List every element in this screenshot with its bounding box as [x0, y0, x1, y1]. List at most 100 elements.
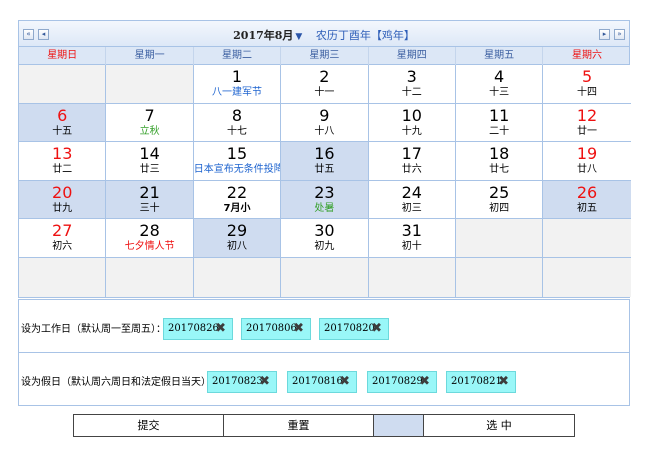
weekday-saturday: 星期六 [572, 50, 603, 61]
day-number: 9 [319, 105, 330, 125]
day-number: 23 [314, 182, 335, 202]
day-number: 22 [226, 182, 248, 202]
day-cell[interactable]: 19 廿八 [543, 142, 631, 181]
day-cell[interactable]: 31 初十 [368, 219, 456, 258]
day-number: 13 [52, 144, 73, 164]
day-cell[interactable]: 3 十二 [368, 65, 456, 104]
holiday-tag[interactable]: 20170816 ✖ [287, 371, 357, 393]
holiday-settings-row: 设为假日（默认周六周日和法定假日当天）： 20170823 ✖ 20170816… [19, 353, 629, 406]
day-cell[interactable]: 4 十三 [455, 65, 544, 104]
day-cell[interactable]: 10 十九 [368, 103, 456, 143]
day-cell[interactable]: 17 廿六 [368, 142, 456, 181]
day-cell[interactable]: 22 7月小 [193, 180, 282, 220]
lunar-date: 初五 [577, 202, 598, 214]
lunar-date: 三十 [139, 202, 160, 214]
day-number: 25 [488, 182, 510, 202]
day-number: 5 [581, 67, 593, 86]
workday-tag[interactable]: 20170806 ✖ [241, 318, 311, 340]
lunar-date: 十九 [401, 125, 422, 137]
chevron-down-icon[interactable]: ▼ [295, 32, 302, 42]
holiday-tag[interactable]: 20170829 ✖ [367, 371, 437, 393]
day-number: 14 [139, 144, 160, 164]
close-icon[interactable]: ✖ [339, 372, 350, 392]
workday-label: 设为工作日（默认周一至周五）： [21, 324, 166, 335]
day-cell[interactable]: 29 初八 [193, 219, 282, 258]
lunar-date: 廿二 [52, 164, 73, 176]
day-number: 17 [401, 144, 422, 164]
workday-tag[interactable]: 20170826 ✖ [163, 318, 233, 340]
day-cell[interactable]: 28 七夕情人节 [106, 219, 194, 258]
close-icon[interactable]: ✖ [259, 372, 270, 392]
day-number: 29 [226, 221, 248, 241]
lunar-date: 立秋 [139, 125, 160, 137]
close-icon[interactable]: ✖ [419, 372, 430, 392]
workday-settings-row: 设为工作日（默认周一至周五）： 20170826 ✖ 20170806 ✖ 20… [19, 300, 629, 353]
empty-day-cell [106, 257, 194, 297]
empty-day-cell [543, 219, 631, 258]
close-icon[interactable]: ✖ [293, 319, 304, 339]
tag-date: 20170826 [168, 323, 219, 334]
day-cell[interactable]: 20 廿九 [19, 180, 107, 220]
empty-day-cell [106, 65, 194, 104]
weekday-monday: 星期一 [106, 47, 194, 65]
day-cell[interactable]: 21 三十 [106, 180, 194, 220]
tag-date: 20170829 [372, 376, 423, 387]
empty-day-cell [281, 257, 369, 297]
day-grid: 1 八一建军节 2 十一 3 十二 4 十三 5 十四 6 十五 7 立秋 8 十七 9 十八 10 十九 11 二十 12… [19, 65, 631, 297]
reset-button[interactable]: 重置 [224, 415, 374, 436]
empty-day-cell [543, 257, 631, 297]
day-cell[interactable]: 27 初六 [19, 219, 107, 258]
holiday-label: 设为假日（默认周六周日和法定假日当天）： [21, 377, 216, 388]
tag-date: 20170821 [451, 376, 502, 387]
day-cell[interactable]: 16 廿五 [281, 142, 369, 181]
day-cell[interactable]: 5 十四 [543, 65, 631, 104]
day-cell[interactable]: 1 八一建军节 [193, 65, 282, 104]
day-cell[interactable]: 7 立秋 [106, 103, 194, 143]
select-button[interactable]: 选 中 [424, 415, 574, 436]
close-icon[interactable]: ✖ [498, 372, 509, 392]
lunar-year-label: 农历丁酉年【鸡年】 [315, 29, 415, 42]
weekday-thursday: 星期四 [369, 47, 456, 65]
weekday-friday: 星期五 [456, 47, 544, 65]
day-number: 27 [52, 221, 73, 241]
month-select[interactable]: 2017年8月 [233, 29, 293, 42]
close-icon[interactable]: ✖ [371, 319, 382, 339]
lunar-date: 廿七 [489, 164, 510, 176]
lunar-date: 廿八 [577, 164, 598, 176]
day-cell[interactable]: 13 廿二 [19, 142, 107, 181]
empty-day-cell [455, 219, 544, 258]
lunar-date: 十七 [226, 125, 247, 137]
blank-button[interactable] [374, 415, 424, 436]
special-days-panel: 设为工作日（默认周一至周五）： 20170826 ✖ 20170806 ✖ 20… [18, 299, 630, 406]
submit-button[interactable]: 提交 [74, 415, 224, 436]
day-number: 19 [576, 144, 598, 164]
weekday-wednesday: 星期三 [281, 47, 369, 65]
holiday-tag[interactable]: 20170823 ✖ [207, 371, 277, 393]
day-cell[interactable]: 24 初三 [368, 180, 456, 220]
day-cell[interactable]: 9 十八 [281, 103, 369, 143]
empty-day-cell [19, 257, 107, 297]
next-month-button[interactable]: ▸ [599, 29, 610, 40]
day-cell[interactable]: 14 廿三 [106, 142, 194, 181]
day-cell[interactable]: 12 廿一 [543, 103, 631, 143]
day-number: 30 [314, 221, 335, 241]
day-cell[interactable]: 26 初五 [543, 180, 631, 220]
day-cell[interactable]: 30 初九 [281, 219, 369, 258]
day-cell[interactable]: 18 廿七 [455, 142, 544, 181]
day-cell[interactable]: 25 初四 [455, 180, 544, 220]
day-cell[interactable]: 8 十七 [193, 103, 282, 143]
lunar-date: 十三 [489, 87, 510, 98]
workday-tag[interactable]: 20170820 ✖ [319, 318, 389, 340]
tag-date: 20170806 [246, 323, 297, 334]
next-year-button[interactable]: » [614, 29, 625, 40]
day-cell[interactable]: 2 十一 [281, 65, 369, 104]
day-cell[interactable]: 11 二十 [455, 103, 544, 143]
close-icon[interactable]: ✖ [215, 319, 226, 339]
day-cell[interactable]: 15 日本宣布无条件投降 [193, 142, 282, 181]
day-number: 8 [231, 105, 243, 125]
day-cell[interactable]: 6 十五 [19, 103, 107, 143]
day-number: 20 [52, 182, 73, 202]
day-number: 16 [314, 144, 335, 164]
day-cell[interactable]: 23 处暑 [281, 180, 369, 220]
holiday-tag[interactable]: 20170821 ✖ [446, 371, 516, 393]
